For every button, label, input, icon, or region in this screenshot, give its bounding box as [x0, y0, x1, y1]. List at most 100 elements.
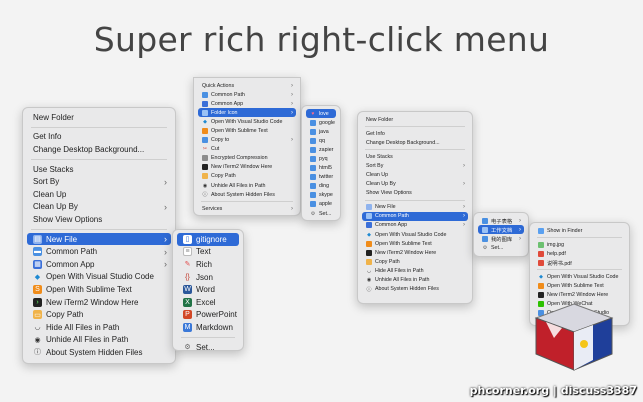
menu-item-common-app[interactable]: Common App ›	[362, 221, 468, 230]
menu-item-change-background[interactable]: Change Desktop Background...	[362, 138, 468, 147]
menu-item-quick-actions[interactable]: Quick Actions ›	[198, 81, 296, 90]
work-docs-help-pdf[interactable]: help.pdf	[534, 249, 625, 258]
chevron-right-icon: ›	[291, 100, 293, 107]
menu-item-new-iterm[interactable]: New iTerm2 Window Here	[362, 248, 468, 257]
copy-icon	[202, 137, 208, 144]
work-docs-show-in-finder[interactable]: Show in Finder	[534, 226, 625, 235]
menu-item-about-hidden-files[interactable]: ⓘ About System Hidden Files	[362, 285, 468, 294]
pdf-icon	[538, 250, 544, 257]
markdown-icon: M	[183, 322, 192, 332]
separator	[201, 201, 293, 203]
menu-item-copy-path[interactable]: Copy Path	[362, 257, 468, 266]
eye-icon: ◉	[202, 182, 208, 189]
new-file-markdown[interactable]: M Markdown	[177, 321, 239, 334]
gear-icon: ⚙	[310, 210, 316, 217]
menu-item-services[interactable]: Services ›	[198, 204, 296, 213]
icon-option-twitter[interactable]: twitter	[306, 173, 336, 182]
path-option-gallery[interactable]: 我的图库 ›	[478, 234, 524, 243]
menu-item-use-stacks[interactable]: Use Stacks	[27, 163, 171, 176]
menu-item-copy-path[interactable]: Copy Path	[198, 172, 296, 181]
menu-item-common-app[interactable]: Common App ›	[198, 99, 296, 108]
new-file-text[interactable]: ≡ Text	[177, 246, 239, 259]
work-docs-open-sublime[interactable]: Open With Sublime Text	[534, 281, 625, 290]
new-file-powerpoint[interactable]: P PowerPoint	[177, 309, 239, 322]
menu-item-unhide-files[interactable]: ◉ Unhide All Files in Path	[198, 181, 296, 190]
icon-option-pyq[interactable]: pyq	[306, 154, 336, 163]
menu-item-open-sublime[interactable]: S Open With Sublime Text	[27, 283, 171, 296]
folder-icon	[482, 226, 488, 233]
new-file-settings[interactable]: ⚙ Set...	[177, 341, 239, 354]
menu-item-about-hidden-files[interactable]: ⓘ About System Hidden Files	[198, 190, 296, 199]
folder-icon	[310, 119, 316, 126]
file-icon: ▯	[183, 234, 192, 244]
folder-icon	[310, 174, 316, 181]
menu-item-new-folder[interactable]: New Folder	[27, 111, 171, 124]
menu-item-common-path[interactable]: ▬ Common Path ›	[27, 245, 171, 258]
icon-option-ding[interactable]: ding	[306, 182, 336, 191]
sublime-icon	[538, 283, 544, 290]
menu-item-clean-up-by[interactable]: Clean Up By ›	[362, 180, 468, 189]
eye-closed-icon: ◡	[366, 267, 372, 274]
separator	[365, 199, 465, 201]
new-file-excel[interactable]: X Excel	[177, 296, 239, 309]
icon-option-love[interactable]: ♥ love	[306, 109, 336, 119]
menu-item-common-path[interactable]: Common Path ›	[362, 211, 468, 221]
menu-item-hide-files[interactable]: ◡ Hide All Files in Path	[362, 266, 468, 275]
work-docs-new-iterm[interactable]: New iTerm2 Window Here	[534, 291, 625, 300]
menu-item-copy-path[interactable]: ▭ Copy Path	[27, 308, 171, 321]
menu-item-open-vscode[interactable]: ◆ Open With Visual Studio Code	[198, 117, 296, 126]
chevron-right-icon: ›	[463, 222, 465, 229]
menu-item-new-iterm[interactable]: New iTerm2 Window Here	[198, 163, 296, 172]
menu-item-sort-by[interactable]: Sort By ›	[362, 161, 468, 170]
menu-item-unhide-files[interactable]: ◉ Unhide All Files in Path	[27, 334, 171, 347]
menu-item-clean-up[interactable]: Clean Up	[27, 188, 171, 201]
new-file-word[interactable]: W Word	[177, 283, 239, 296]
new-file-json[interactable]: {} Json	[177, 271, 239, 284]
menu-item-open-vscode[interactable]: ◆ Open With Visual Studio Code	[27, 271, 171, 284]
new-file-gitignore[interactable]: ▯ gitignore	[177, 233, 239, 246]
menu-item-new-iterm[interactable]: › New iTerm2 Window Here	[27, 296, 171, 309]
work-docs-manual-pdf[interactable]: 说明书.pdf	[534, 258, 625, 267]
menu-item-folder-icon[interactable]: Folder Icon ›	[198, 108, 296, 118]
menu-item-clean-up-by[interactable]: Clean Up By ›	[27, 201, 171, 214]
menu-item-open-sublime[interactable]: Open With Sublime Text	[198, 126, 296, 135]
new-file-rich[interactable]: ✎ Rich	[177, 258, 239, 271]
menu-item-about-hidden-files[interactable]: ⓘ About System Hidden Files	[27, 346, 171, 359]
menu-item-show-view-options[interactable]: Show View Options	[362, 189, 468, 198]
icon-option-google[interactable]: google	[306, 118, 336, 127]
icon-option-zapier[interactable]: zapier	[306, 145, 336, 154]
path-option-settings[interactable]: ⚙ Set...	[478, 243, 524, 252]
menu-item-sort-by[interactable]: Sort By ›	[27, 175, 171, 188]
menu-item-new-file[interactable]: ▤ New File ›	[27, 232, 171, 246]
copy-path-icon: ▭	[33, 310, 42, 320]
icon-option-qq[interactable]: qq	[306, 136, 336, 145]
sublime-icon	[202, 128, 208, 135]
separator	[365, 126, 465, 128]
icon-option-skype[interactable]: skype	[306, 191, 336, 200]
icon-option-html5[interactable]: html5	[306, 164, 336, 173]
path-option-work-docs[interactable]: 工作文档 ›	[478, 225, 524, 235]
icon-option-apple[interactable]: apple	[306, 200, 336, 209]
menu-item-cut[interactable]: ✂ Cut	[198, 145, 296, 154]
menu-item-get-info[interactable]: Get Info	[362, 129, 468, 138]
menu-item-change-background[interactable]: Change Desktop Background...	[27, 143, 171, 156]
menu-item-hide-files[interactable]: ◡ Hide All Files in Path	[27, 321, 171, 334]
icon-option-java[interactable]: java	[306, 127, 336, 136]
menu-item-clean-up[interactable]: Clean Up	[362, 170, 468, 179]
menu-item-copy-to[interactable]: Copy to ›	[198, 136, 296, 145]
menu-item-new-folder[interactable]: New Folder	[362, 115, 468, 124]
menu-item-common-app[interactable]: ▦ Common App ›	[27, 258, 171, 271]
menu-item-common-path[interactable]: Common Path ›	[198, 90, 296, 99]
menu-item-encrypted-compression[interactable]: Encrypted Compression	[198, 154, 296, 163]
menu-item-use-stacks[interactable]: Use Stacks	[362, 152, 468, 161]
work-docs-img[interactable]: img.jpg	[534, 240, 625, 249]
menu-item-new-file[interactable]: New File ›	[362, 203, 468, 212]
menu-item-open-vscode[interactable]: ◆ Open With Visual Studio Code	[362, 230, 468, 239]
menu-item-unhide-files[interactable]: ◉ Unhide All Files in Path	[362, 276, 468, 285]
work-docs-open-vscode[interactable]: ◆ Open With Visual Studio Code	[534, 272, 625, 281]
menu-item-get-info[interactable]: Get Info	[27, 131, 171, 144]
menu-item-show-view-options[interactable]: Show View Options	[27, 213, 171, 226]
path-option-spreadsheet[interactable]: 电子表格 ›	[478, 216, 524, 225]
icon-option-settings[interactable]: ⚙ Set...	[306, 209, 336, 218]
menu-item-open-sublime[interactable]: Open With Sublime Text	[362, 239, 468, 248]
